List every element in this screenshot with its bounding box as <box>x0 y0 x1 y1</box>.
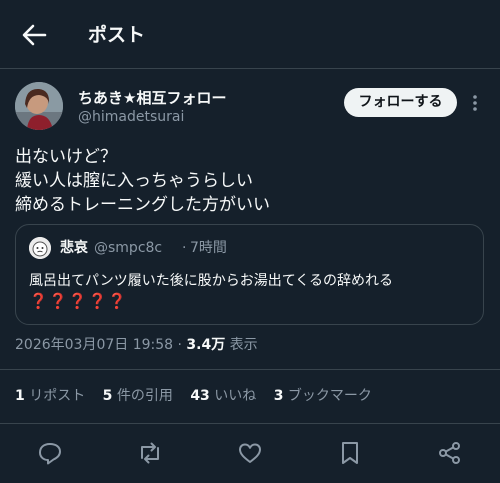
quoted-time: 7時間 <box>190 240 227 256</box>
author-avatar[interactable] <box>15 82 63 130</box>
post-line: 緩い人は膣に入っちゃうらしい <box>15 171 253 191</box>
quoted-avatar <box>29 237 51 259</box>
post-line: 出ないけど？ <box>15 147 117 167</box>
quoted-author-name: 悲哀 <box>60 240 88 256</box>
post-text: 出ないけど？ 緩い人は膣に入っちゃうらしい 締めるトレーニングした方がいい <box>15 145 270 217</box>
post-line: 締めるトレーニングした方がいい <box>15 195 270 215</box>
quoted-separator: · <box>182 240 187 256</box>
bookmark-button[interactable] <box>337 440 363 466</box>
more-vertical-icon <box>466 90 484 116</box>
share-button[interactable] <box>437 440 463 466</box>
stat-reposts[interactable]: 1 リポスト <box>15 386 85 406</box>
stat-bookmarks[interactable]: 3 ブックマーク <box>274 386 372 406</box>
quoted-post[interactable]: 悲哀 @smpc8c · 7時間 風呂出てパンツ履いた後に股からお湯出てくるの辞… <box>15 224 484 325</box>
heart-icon <box>237 440 263 466</box>
arrow-left-icon <box>20 22 48 48</box>
more-button[interactable] <box>466 90 484 116</box>
quoted-text: 風呂出てパンツ履いた後に股からお湯出てくるの辞めれる <box>29 273 393 289</box>
share-icon <box>437 440 463 466</box>
back-button[interactable] <box>20 22 48 48</box>
meta-divider <box>0 369 500 370</box>
repost-button[interactable] <box>137 440 163 466</box>
quoted-emoji: ❓❓❓❓❓ <box>29 292 128 310</box>
author-name[interactable]: ちあき★相互フォロー <box>78 88 226 108</box>
header-divider <box>0 68 500 69</box>
author-handle[interactable]: @himadetsurai <box>78 107 184 127</box>
post-timestamp[interactable]: 2026年03月07日 19:58 <box>15 337 173 353</box>
meta-separator: · <box>177 337 182 353</box>
page-title: ポスト <box>88 24 146 46</box>
reply-button[interactable] <box>37 440 63 466</box>
stat-likes[interactable]: 43 いいね <box>190 386 256 406</box>
bookmark-icon <box>337 440 363 466</box>
like-button[interactable] <box>237 440 263 466</box>
top-bar: ポスト <box>0 0 500 68</box>
post-meta: 2026年03月07日 19:58 · 3.4万 表示 <box>15 335 258 355</box>
view-count: 3.4万 <box>186 337 226 353</box>
stats-divider <box>0 423 500 424</box>
view-label: 表示 <box>229 337 258 353</box>
follow-button[interactable]: フォローする <box>344 88 457 117</box>
post-stats: 1 リポスト 5 件の引用 43 いいね 3 ブックマーク <box>15 386 385 406</box>
repost-icon <box>137 440 163 466</box>
reply-icon <box>37 440 63 466</box>
quoted-author-handle: @smpc8c <box>94 240 163 256</box>
stat-quotes[interactable]: 5 件の引用 <box>103 386 173 406</box>
